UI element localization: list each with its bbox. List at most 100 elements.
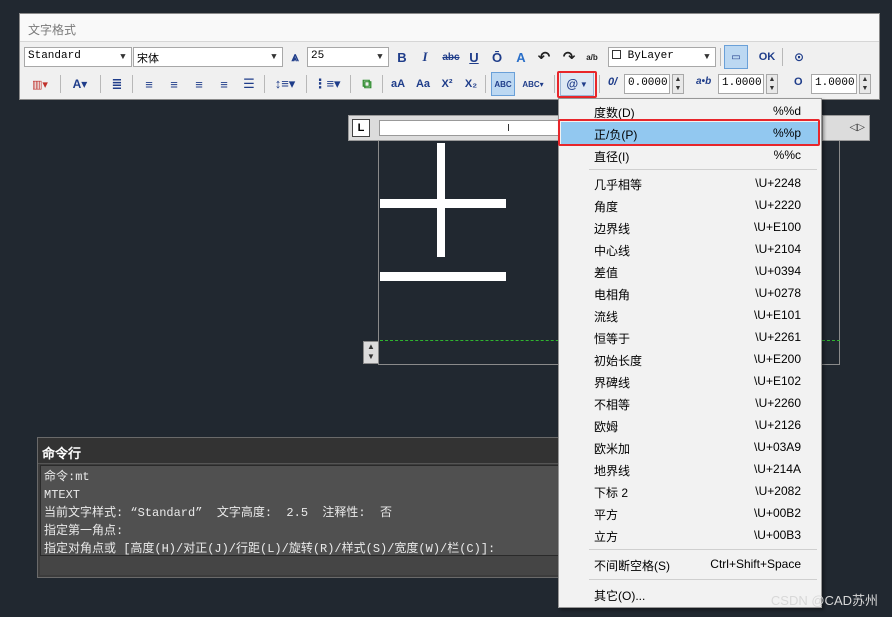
uppercase-button[interactable]: aA <box>388 72 408 96</box>
menu-item-label: 欧姆 <box>594 420 619 434</box>
menu-separator <box>589 169 817 170</box>
justify-icon[interactable]: ≡ <box>215 72 233 96</box>
menu-item-initial-length[interactable]: 初始长度 \U+E200 <box>561 348 819 370</box>
menu-item-label: 边界线 <box>594 222 631 236</box>
redo-icon[interactable]: ↷ <box>560 45 578 69</box>
command-line-window: 命令行 命令:mt MTEXT 当前文字样式: “Standard” 文字高度:… <box>37 437 567 578</box>
underline-button[interactable]: U <box>465 45 483 69</box>
distribute-icon[interactable]: ☰ <box>240 72 258 96</box>
menu-item-monument-line[interactable]: 界碑线 \U+E102 <box>561 370 819 392</box>
stack-button[interactable]: a/b <box>583 45 601 69</box>
selected-item-highlight <box>558 119 820 146</box>
italic-button[interactable]: I <box>416 45 434 69</box>
oblique-angle-label: 0/ <box>608 76 618 88</box>
command-history-line: 指定第一角点: <box>44 524 124 538</box>
oblique-spinner[interactable]: ▲ ▼ <box>672 74 684 94</box>
lowercase-button[interactable]: Aa <box>413 72 433 96</box>
menu-item-subscript-2[interactable]: 下标 2 \U+2082 <box>561 480 819 502</box>
menu-item-flow-line[interactable]: 流线 \U+E101 <box>561 304 819 326</box>
menu-item-omega[interactable]: 欧米加 \U+03A9 <box>561 436 819 458</box>
oblique-angle-input[interactable]: 0.0000 <box>624 74 670 94</box>
plus-minus-glyph-minus <box>380 272 506 281</box>
menu-item-cubed[interactable]: 立方 \U+00B3 <box>561 524 819 546</box>
chevron-down-icon: ▼ <box>271 52 277 62</box>
text-height-combo[interactable]: 25 ▼ <box>307 47 389 67</box>
command-line-title: 命令行 <box>38 438 566 464</box>
width-factor-spinner[interactable]: ▲ ▼ <box>859 74 871 94</box>
font-combo[interactable]: 宋体 ▼ <box>133 47 283 67</box>
menu-item-code: \U+E100 <box>753 220 801 234</box>
ruler-end[interactable]: ◁▷ <box>822 115 870 141</box>
menu-item-delta[interactable]: 差值 \U+0394 <box>561 260 819 282</box>
width-factor-input[interactable]: 1.0000 <box>811 74 857 94</box>
ok-button[interactable]: OK <box>756 45 778 69</box>
ruler[interactable]: L <box>348 115 579 141</box>
toolbar-row-2: ▥▾ A▾ ≣ ≡ ≡ ≡ ≡ ☰ ↕≡▾ ⋮≡▾ ⧉ aA Aa X² X₂ … <box>20 72 879 98</box>
separator <box>382 75 383 93</box>
menu-item-label: 地界线 <box>594 464 631 478</box>
separator <box>306 75 307 93</box>
menu-item-label: 几乎相等 <box>594 178 643 192</box>
align-right-icon[interactable]: ≡ <box>190 72 208 96</box>
ruler-expand-icon: ◁▷ <box>849 122 865 133</box>
autocaps-icon[interactable]: ABC <box>491 72 515 96</box>
menu-item-boundary-line[interactable]: 边界线 \U+E100 <box>561 216 819 238</box>
tracking-input[interactable]: 1.0000 <box>718 74 764 94</box>
chevron-down-icon: ▼ <box>120 52 126 62</box>
menu-item-code: \U+00B2 <box>753 506 801 520</box>
align-center-icon[interactable]: ≡ <box>165 72 183 96</box>
menu-item-not-equal[interactable]: 不相等 \U+2260 <box>561 392 819 414</box>
color-combo[interactable]: ByLayer ▼ <box>608 47 716 67</box>
menu-item-code: \U+2104 <box>755 242 801 256</box>
bold-button[interactable]: B <box>393 45 411 69</box>
menu-item-label: 角度 <box>594 200 619 214</box>
separator <box>720 48 721 66</box>
separator <box>485 75 486 93</box>
menu-item-almost-equal[interactable]: 几乎相等 \U+2248 <box>561 172 819 194</box>
align-left-icon[interactable]: ≡ <box>140 72 158 96</box>
spellcheck-icon[interactable]: ABC▾ <box>518 72 548 96</box>
ruler-bar[interactable] <box>379 120 579 136</box>
command-input[interactable] <box>40 555 562 575</box>
menu-item-label: 界碑线 <box>594 376 631 390</box>
menu-item-ohm[interactable]: 欧姆 \U+2126 <box>561 414 819 436</box>
menu-item-label: 平方 <box>594 508 619 522</box>
menu-item-angle[interactable]: 角度 \U+2220 <box>561 194 819 216</box>
strikethrough-button[interactable]: abc <box>440 45 462 69</box>
menu-item-diameter[interactable]: 直径(I) %%c <box>561 144 819 166</box>
menu-item-code: \U+E102 <box>753 374 801 388</box>
mtext-justification-icon[interactable]: A▾ <box>66 72 94 96</box>
menu-item-code: \U+00B3 <box>753 528 801 542</box>
menu-item-electrical-phase[interactable]: 电相角 \U+0278 <box>561 282 819 304</box>
menu-item-label: 流线 <box>594 310 619 324</box>
ruler-toggle-icon[interactable]: ▭ <box>724 45 748 69</box>
menu-item-nonbreaking-space[interactable]: 不间断空格(S) Ctrl+Shift+Space <box>561 553 819 575</box>
menu-item-center-line[interactable]: 中心线 \U+2104 <box>561 238 819 260</box>
numbering-icon[interactable]: ⋮≡▾ <box>312 72 342 96</box>
width-factor-label: O <box>794 76 803 88</box>
menu-item-property-line[interactable]: 地界线 \U+214A <box>561 458 819 480</box>
text-style-combo[interactable]: Standard ▼ <box>24 47 132 67</box>
columns-icon[interactable]: ▥▾ <box>26 72 54 96</box>
menu-item-code: \U+2220 <box>755 198 801 212</box>
chevron-down-icon: ▼ <box>377 52 383 62</box>
insert-field-icon[interactable]: ⧉ <box>357 72 377 96</box>
overline-button[interactable]: Ō <box>488 45 506 69</box>
menu-item-label: 不间断空格(S) <box>594 559 670 573</box>
line-spacing-icon[interactable]: ↕≡▾ <box>270 72 300 96</box>
subscript-button[interactable]: X₂ <box>462 72 480 96</box>
menu-item-squared[interactable]: 平方 \U+00B2 <box>561 502 819 524</box>
paragraph-icon[interactable]: ≣ <box>108 72 126 96</box>
toolbar-row-1: Standard ▼ 宋体 ▼ ⩓ 25 ▼ B I abc U Ō A ↶ ↷… <box>20 45 879 71</box>
options-icon[interactable]: ⊙ <box>790 45 808 69</box>
match-properties-icon[interactable]: A <box>512 45 530 69</box>
tab-type-button[interactable]: L <box>352 119 370 137</box>
tracking-spinner[interactable]: ▲ ▼ <box>766 74 778 94</box>
menu-item-label: 不相等 <box>594 398 631 412</box>
color-swatch <box>612 50 621 59</box>
undo-icon[interactable]: ↶ <box>535 45 553 69</box>
resize-handle[interactable]: ▲ ▼ <box>363 341 379 364</box>
menu-item-identity[interactable]: 恒等于 \U+2261 <box>561 326 819 348</box>
annotative-icon[interactable]: ⩓ <box>286 45 304 69</box>
superscript-button[interactable]: X² <box>438 72 456 96</box>
